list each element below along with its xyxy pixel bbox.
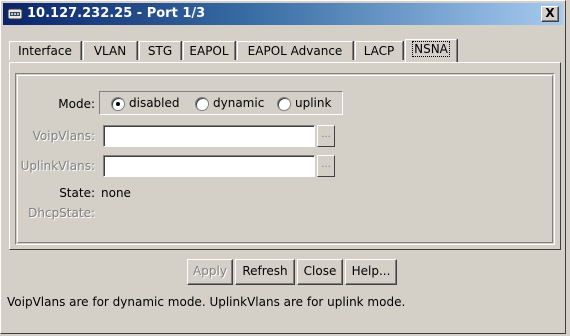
- uplink-vlans-browse-button[interactable]: ...: [317, 155, 335, 177]
- uplink-vlans-field[interactable]: [103, 155, 315, 177]
- close-icon[interactable]: X: [541, 6, 559, 22]
- state-label: State:: [59, 186, 95, 200]
- refresh-button[interactable]: Refresh: [235, 259, 295, 285]
- radio-unselected-icon: [195, 97, 209, 111]
- tab-nsna[interactable]: NSNA: [405, 39, 457, 62]
- status-note: VoipVlans are for dynamic mode. UplinkVl…: [7, 295, 406, 309]
- close-button[interactable]: Close: [297, 259, 343, 285]
- voip-vlans-field[interactable]: [103, 125, 315, 147]
- port-dialog-window: 10.127.232.25 - Port 1/3 X Interface VLA…: [0, 0, 566, 334]
- state-value: none: [101, 186, 131, 200]
- voip-vlans-label: VoipVlans:: [32, 129, 95, 143]
- uplink-vlans-label: UplinkVlans:: [20, 159, 95, 173]
- window-title: 10.127.232.25 - Port 1/3: [27, 6, 206, 21]
- tab-eapol-advance[interactable]: EAPOL Advance: [237, 41, 353, 60]
- tab-eapol[interactable]: EAPOL: [183, 41, 235, 60]
- title-bar[interactable]: 10.127.232.25 - Port 1/3 X: [3, 3, 563, 25]
- network-device-icon: [7, 6, 23, 22]
- mode-label: Mode:: [58, 97, 95, 111]
- radio-selected-icon: [111, 97, 125, 111]
- help-button[interactable]: Help...: [345, 259, 397, 285]
- tab-vlan[interactable]: VLAN: [83, 41, 137, 60]
- radio-unselected-icon: [277, 97, 291, 111]
- tab-lacp[interactable]: LACP: [355, 41, 403, 60]
- tab-interface[interactable]: Interface: [9, 41, 81, 60]
- dhcp-state-label: DhcpState:: [28, 206, 95, 220]
- voip-vlans-browse-button[interactable]: ...: [317, 125, 335, 147]
- tab-stg[interactable]: STG: [139, 41, 181, 60]
- apply-button[interactable]: Apply: [187, 259, 233, 285]
